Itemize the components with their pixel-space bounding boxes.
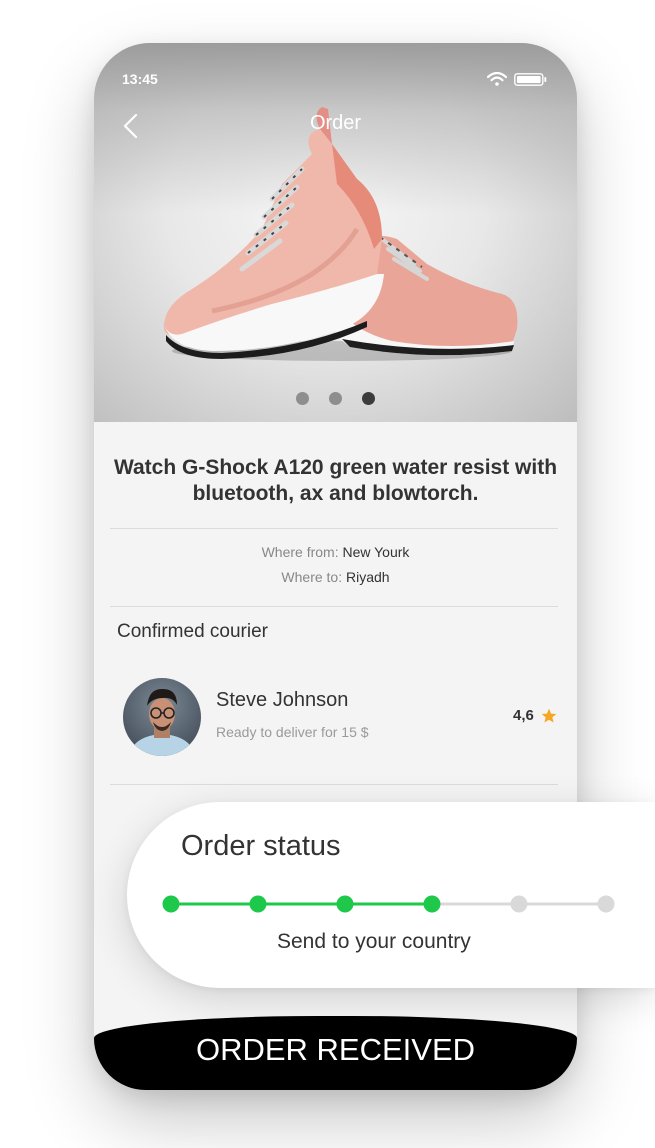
progress-step-pending	[510, 895, 528, 913]
product-name: Watch G-Shock A120 green water resist wi…	[113, 456, 558, 505]
gallery-dot[interactable]	[329, 392, 342, 405]
gallery-pagination	[94, 392, 577, 405]
person-illustration	[129, 688, 195, 756]
product-gallery[interactable]: 13:45 Order	[94, 43, 577, 422]
gallery-dot[interactable]	[296, 392, 309, 405]
order-progress-track	[162, 895, 615, 913]
route-from: Where from: New Yourk	[94, 544, 577, 560]
page-title: Order	[309, 112, 362, 134]
courier-section-title: Confirmed courier	[117, 621, 268, 642]
courier-name: Steve Johnson	[216, 689, 349, 711]
order-status-heading: Order status	[181, 830, 341, 862]
route-from-value: New Yourk	[342, 544, 410, 560]
progress-step-pending	[597, 895, 615, 913]
order-received-label: ORDER RECEIVED	[195, 1032, 476, 1067]
courier-rating: 4,6	[513, 707, 534, 724]
divider	[110, 528, 558, 529]
courier-price: Ready to deliver for 15 $	[216, 724, 369, 740]
route-to-label: Where to:	[281, 569, 343, 585]
progress-step-complete	[423, 895, 441, 913]
avatar[interactable]	[123, 678, 201, 756]
order-received-button[interactable]: ORDER RECEIVED	[94, 1016, 577, 1090]
route-to-value: Riyadh	[346, 569, 390, 585]
divider	[110, 784, 558, 785]
route-from-label: Where from:	[261, 544, 339, 560]
progress-step-complete	[162, 895, 180, 913]
battery-icon	[514, 73, 547, 86]
wifi-icon	[487, 72, 507, 86]
status-time: 13:45	[122, 71, 158, 87]
gallery-dot-active[interactable]	[362, 392, 375, 405]
progress-step-complete	[249, 895, 267, 913]
order-status-card: Order status Send to your country	[127, 802, 655, 988]
order-status-label: Send to your country	[277, 930, 471, 953]
divider	[110, 606, 558, 607]
progress-step-complete	[336, 895, 354, 913]
star-icon	[541, 708, 557, 723]
route-to: Where to: Riyadh	[94, 569, 577, 585]
